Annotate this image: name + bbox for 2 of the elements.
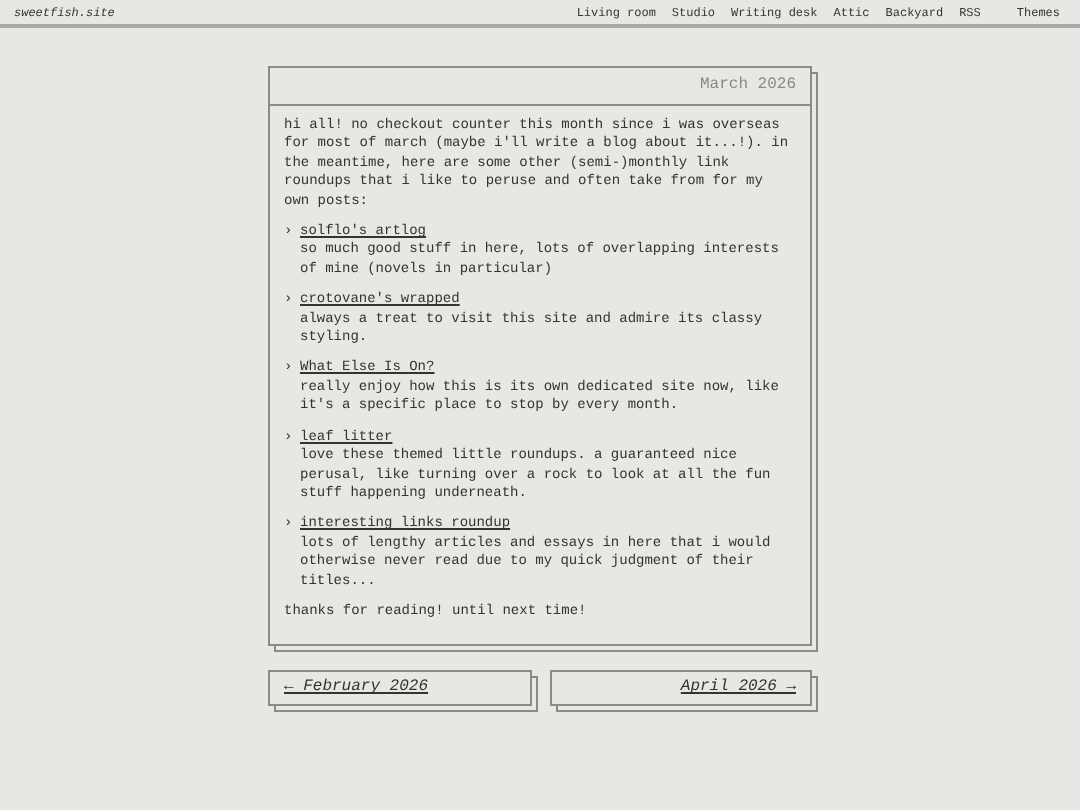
- post-date: March 2026: [699, 76, 796, 96]
- next-post-button[interactable]: April 2026 →: [549, 670, 812, 707]
